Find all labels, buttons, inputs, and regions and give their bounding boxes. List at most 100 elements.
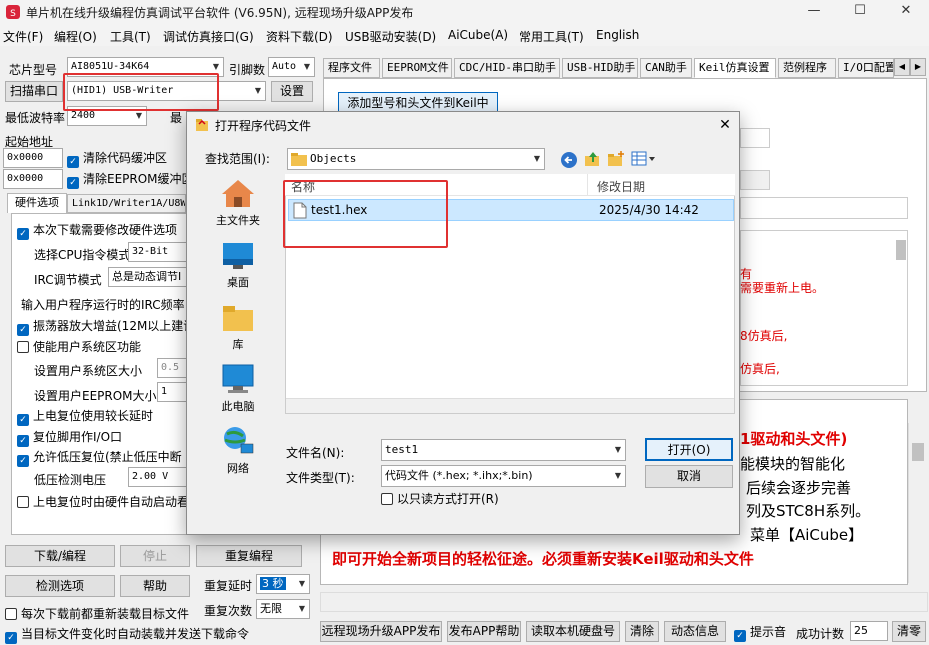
tab-io-config[interactable]: I/O口配置 <box>838 58 894 78</box>
minimize-button[interactable]: — <box>791 0 837 24</box>
osc-gain-checkbox[interactable]: ✓ 振荡器放大增益(12M以上建议 <box>17 318 195 336</box>
eeprom-size-value: 1 <box>161 386 168 397</box>
chevron-down-icon: ▼ <box>533 154 541 163</box>
place-desktop[interactable]: 桌面 <box>205 242 271 290</box>
stop-button[interactable]: 停止 <box>120 545 190 567</box>
check-icon: ✓ <box>17 228 29 240</box>
keil-option-select-2[interactable] <box>740 170 770 190</box>
info-line-4: 列及STC8H系列。 <box>746 502 871 520</box>
eeprom-address-input[interactable]: 0x0000 <box>3 169 63 189</box>
reset-io-checkbox[interactable]: ✓ 复位脚用作I/O口 <box>17 429 122 447</box>
title-bar: S 单片机在线升级编程仿真调试平台软件 (V6.95N), 远程现场升级APP发… <box>0 0 929 24</box>
reprogram-button[interactable]: 重复编程 <box>196 545 302 567</box>
readonly-checkbox[interactable]: 以只读方式打开(R) <box>381 491 499 507</box>
up-folder-icon[interactable] <box>584 150 602 168</box>
scan-port-button[interactable]: 扫描串口 <box>5 81 63 102</box>
clear-button[interactable]: 清除 <box>625 621 659 642</box>
tab-scroll-right-icon[interactable]: ▶ <box>910 58 926 76</box>
open-button[interactable]: 打开(O) <box>645 438 733 461</box>
settings-button[interactable]: 设置 <box>271 81 313 102</box>
check-icon: ✓ <box>17 324 29 336</box>
lookin-select[interactable]: Objects ▼ <box>287 148 545 170</box>
cancel-button[interactable]: 取消 <box>645 465 733 488</box>
close-button[interactable]: ✕ <box>883 0 929 24</box>
check-icon: ✓ <box>17 435 29 447</box>
tab-examples[interactable]: 范例程序 <box>778 58 836 78</box>
menu-tools[interactable]: 工具(T) <box>110 28 151 45</box>
tab-hardware-options[interactable]: 硬件选项 <box>7 193 67 213</box>
tab-cdc-hid[interactable]: CDC/HID-串口助手 <box>454 58 560 78</box>
column-divider <box>587 174 588 196</box>
keil-option-select[interactable] <box>740 128 770 148</box>
home-icon <box>222 180 254 207</box>
clear-eeprom-checkbox[interactable]: ✓ 清除EEPROM缓冲区 <box>67 171 194 189</box>
place-library[interactable]: 库 <box>205 304 271 352</box>
reload-each-checkbox[interactable]: 每次下载前都重新装载目标文件 <box>5 606 189 622</box>
publish-help-button[interactable]: 发布APP帮助 <box>447 621 521 642</box>
dialog-close-button[interactable]: ✕ <box>713 114 737 136</box>
tab-link1d[interactable]: Link1D/Writer1A/U8W <box>67 194 186 213</box>
eeprom-size-select[interactable]: 1 <box>157 382 188 402</box>
back-icon[interactable] <box>560 151 578 169</box>
menu-english[interactable]: English <box>596 28 639 42</box>
download-button[interactable]: 下载/编程 <box>5 545 115 567</box>
sound-hint-checkbox[interactable]: ✓ 提示音 <box>734 624 786 642</box>
place-network[interactable]: 网络 <box>205 426 271 476</box>
dynamic-info-button[interactable]: 动态信息 <box>664 621 726 642</box>
cpu-mode-select[interactable]: 32-Bit <box>128 242 188 262</box>
place-home[interactable]: 主文件夹 <box>205 178 271 228</box>
modify-hardware-checkbox[interactable]: ✓ 本次下载需要修改硬件选项 <box>17 222 177 240</box>
menu-program[interactable]: 编程(O) <box>54 28 97 45</box>
lvd-reset-checkbox[interactable]: ✓ 允许低压复位(禁止低压中断 <box>17 449 182 467</box>
read-disk-button[interactable]: 读取本机硬盘号 <box>526 621 620 642</box>
repeat-delay-select[interactable]: 3 秒 ▼ <box>256 574 310 594</box>
view-menu-icon[interactable] <box>631 151 657 167</box>
power-reset-checkbox[interactable]: ✓ 上电复位使用较长延时 <box>17 408 153 426</box>
irc-mode-select[interactable]: 总是动态调节I <box>108 267 188 287</box>
user-system-label: 使能用户系统区功能 <box>33 340 142 354</box>
maximize-button[interactable]: ☐ <box>837 0 883 24</box>
help-button[interactable]: 帮助 <box>120 575 190 597</box>
hw-auto-checkbox[interactable]: 上电复位时由硬件自动启动看 <box>17 494 189 510</box>
repeat-count-select[interactable]: 无限 ▼ <box>256 599 310 619</box>
detect-options-button[interactable]: 检测选项 <box>5 575 115 597</box>
cpu-mode-value: 32-Bit <box>132 246 169 257</box>
place-this-pc[interactable]: 此电脑 <box>205 364 271 414</box>
menu-usb-driver[interactable]: USB驱动安装(D) <box>345 28 436 45</box>
scrollbar-thumb[interactable] <box>896 240 906 260</box>
user-system-checkbox[interactable]: 使能用户系统区功能 <box>17 339 141 355</box>
tab-eeprom-file[interactable]: EEPROM文件 <box>382 58 452 78</box>
info-scrollbar[interactable] <box>908 423 926 583</box>
tab-scroll-left-icon[interactable]: ◀ <box>894 58 910 76</box>
reset-count-button[interactable]: 清零 <box>892 621 926 642</box>
tab-usb-hid[interactable]: USB-HID助手 <box>562 58 638 78</box>
menu-debug[interactable]: 调试仿真接口(G) <box>163 28 254 45</box>
column-date[interactable]: 修改日期 <box>597 178 645 195</box>
code-address-input[interactable]: 0x0000 <box>3 148 63 168</box>
tab-keil-settings[interactable]: Keil仿真设置 <box>694 58 776 78</box>
tab-program-file[interactable]: 程序文件 <box>323 58 380 78</box>
checkbox-box <box>5 608 17 620</box>
clear-code-checkbox[interactable]: ✓ 清除代码缓冲区 <box>67 150 167 168</box>
repeat-delay-value: 3 秒 <box>260 577 286 590</box>
lvd-voltage-select[interactable]: 2.00 V <box>128 467 188 487</box>
keil-path-input[interactable] <box>740 197 908 219</box>
repeat-count-value: 无限 <box>260 602 282 615</box>
pin-select[interactable]: Auto ▼ <box>268 57 315 77</box>
filetype-select[interactable]: 代码文件 (*.hex; *.ihx;*.bin) ▼ <box>381 465 626 487</box>
new-folder-icon[interactable] <box>607 150 625 168</box>
info-line-3: 后续会逐步完善 <box>746 479 852 497</box>
system-size-select[interactable]: 0.5 <box>157 358 188 378</box>
menu-aicube[interactable]: AiCube(A) <box>448 28 508 42</box>
file-list-hscrollbar[interactable] <box>286 398 734 413</box>
filename-input[interactable]: test1 ▼ <box>381 439 626 461</box>
tab-can[interactable]: CAN助手 <box>640 58 692 78</box>
remote-upgrade-button[interactable]: 远程现场升级APP发布 <box>320 621 442 642</box>
lvd-voltage-value: 2.00 V <box>132 471 169 482</box>
menu-common-tools[interactable]: 常用工具(T) <box>519 28 584 45</box>
app-logo-icon: S <box>6 5 20 19</box>
menu-download[interactable]: 资料下载(D) <box>266 28 333 45</box>
auto-reload-checkbox[interactable]: ✓ 当目标文件变化时自动装载并发送下载命令 <box>5 626 249 644</box>
menu-file[interactable]: 文件(F) <box>3 28 43 45</box>
baud-label: 最低波特率 <box>5 111 66 125</box>
